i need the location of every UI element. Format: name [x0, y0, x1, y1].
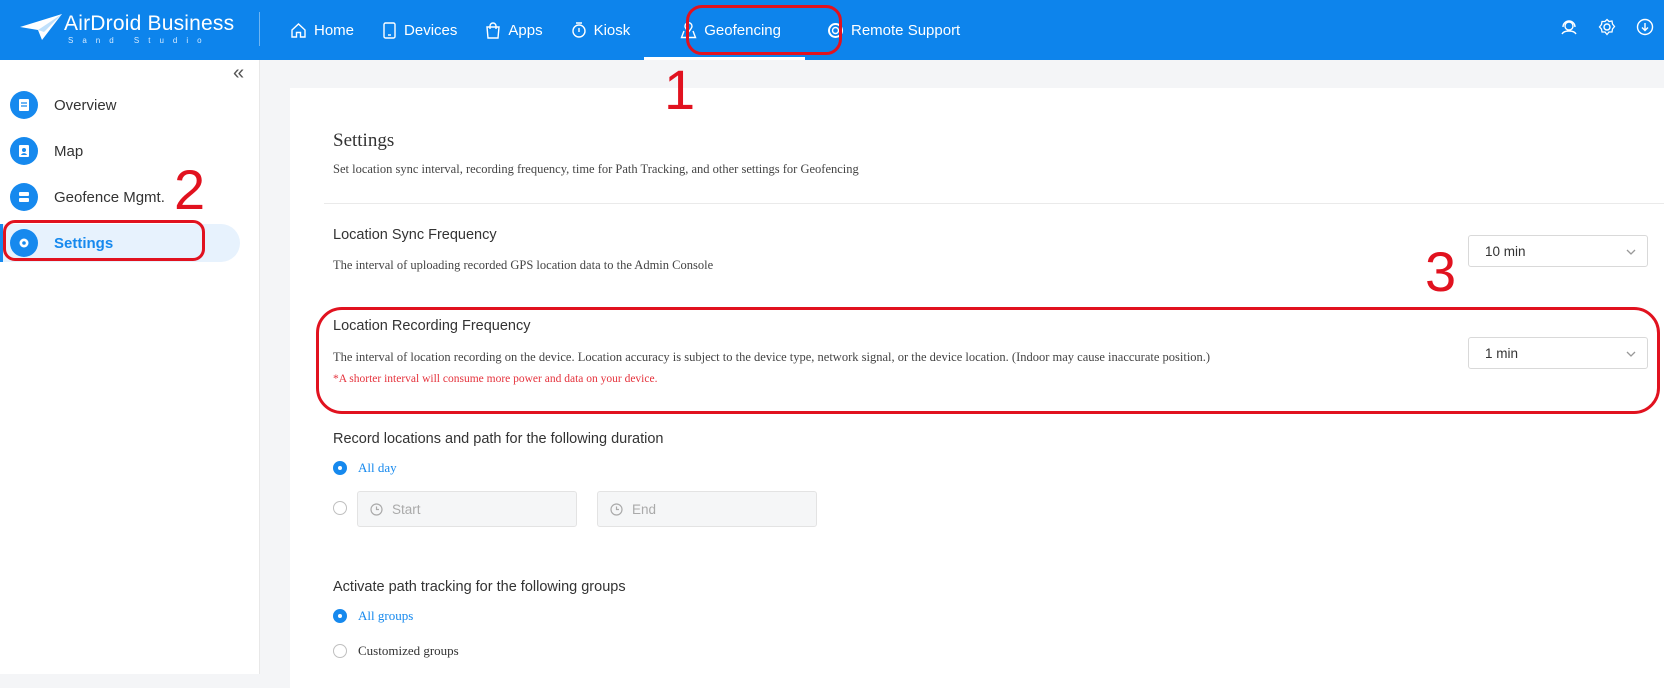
sidebar-item-label: Map [54, 142, 84, 160]
chevron-down-icon [1626, 249, 1636, 255]
map-icon [10, 137, 38, 165]
start-time-placeholder: Start [392, 501, 421, 517]
groups-option-all[interactable]: All groups [333, 608, 413, 624]
clock-icon [610, 502, 623, 516]
end-time-placeholder: End [632, 501, 657, 517]
recording-frequency-value: 1 min [1485, 346, 1519, 361]
recording-frequency-title: Location Recording Frequency [333, 318, 531, 334]
nav-devices[interactable]: Devices [368, 0, 471, 60]
divider [324, 203, 1664, 204]
sidebar-item-label: Geofence Mgmt. [54, 188, 165, 206]
nav-geofencing-label: Geofencing [704, 21, 781, 39]
start-time-input[interactable]: Start [357, 491, 577, 527]
top-right-icons [1550, 18, 1664, 36]
brand-name: AirDroid Business [64, 12, 235, 35]
geofence-icon [10, 183, 38, 211]
radio-button-selected[interactable] [333, 609, 347, 623]
groups-option-custom[interactable]: Customized groups [333, 643, 459, 659]
duration-option-all-day[interactable]: All day [333, 460, 397, 476]
duration-option-custom[interactable] [333, 501, 358, 515]
sidebar-item-label: Overview [54, 96, 117, 114]
chevron-down-icon [1626, 351, 1636, 357]
groups-all-label: All groups [358, 608, 414, 623]
nav-apps[interactable]: Apps [471, 0, 556, 60]
settings-panel: Settings Set location sync interval, rec… [290, 88, 1664, 688]
nav-devices-label: Devices [404, 21, 458, 39]
gear-icon [10, 229, 38, 257]
page-title: Settings [333, 130, 395, 151]
sync-frequency-value: 10 min [1485, 244, 1526, 259]
radio-button-selected[interactable] [333, 461, 347, 475]
support-agent-icon[interactable] [1550, 18, 1588, 36]
sync-frequency-title: Location Sync Frequency [333, 227, 497, 243]
gear-icon[interactable] [1588, 18, 1626, 36]
sidebar-item-geofence-mgmt[interactable]: Geofence Mgmt. [10, 178, 240, 216]
recording-frequency-description: The interval of location recording on th… [333, 350, 1211, 364]
nav-home-label: Home [314, 21, 355, 39]
divider [259, 12, 260, 46]
sidebar-item-map[interactable]: Map [10, 132, 240, 170]
nav-kiosk[interactable]: Kiosk [557, 0, 645, 60]
bag-icon [486, 21, 501, 39]
nav-kiosk-label: Kiosk [593, 21, 631, 39]
annotation-number-2: 2 [174, 158, 206, 221]
radio-button[interactable] [333, 501, 347, 515]
page-description: Set location sync interval, recording fr… [333, 162, 859, 176]
duration-title: Record locations and path for the follow… [333, 431, 664, 447]
radio-button[interactable] [333, 644, 347, 658]
sidebar-item-settings[interactable]: Settings [0, 224, 240, 262]
sidebar: « Overview Map Geofence Mgmt. Settings [0, 60, 260, 674]
map-pin-icon [680, 21, 697, 38]
nav-remote-support-label: Remote Support [851, 21, 961, 39]
kiosk-icon [571, 21, 586, 38]
overview-icon [10, 91, 38, 119]
nav-home[interactable]: Home [276, 0, 368, 60]
end-time-input[interactable]: End [597, 491, 817, 527]
nav-apps-label: Apps [508, 21, 543, 39]
nav-geofencing[interactable]: Geofencing [644, 0, 805, 60]
duration-all-day-label: All day [358, 460, 397, 475]
nav-remote-support[interactable]: Remote Support [805, 0, 974, 60]
groups-custom-label: Customized groups [358, 643, 459, 658]
double-chevron-left-icon[interactable]: « [233, 62, 244, 85]
brand-subtitle: Sand Studio [68, 36, 211, 45]
clock-icon [370, 502, 383, 516]
recording-frequency-warning: *A shorter interval will consume more po… [333, 373, 658, 385]
download-icon[interactable] [1626, 18, 1664, 36]
annotation-number-3: 3 [1425, 240, 1457, 303]
sync-frequency-select[interactable]: 10 min [1468, 235, 1648, 267]
sidebar-item-label: Settings [54, 234, 114, 252]
paper-plane-logo-icon [20, 14, 62, 40]
recording-frequency-select[interactable]: 1 min [1468, 337, 1648, 369]
home-icon [291, 22, 306, 38]
airdroid-logo[interactable]: AirDroid Business Sand Studio [20, 10, 240, 50]
top-navigation-bar: AirDroid Business Sand Studio Home Devic… [0, 0, 1664, 60]
lifebuoy-icon [828, 22, 843, 38]
annotation-number-1: 1 [664, 58, 696, 121]
sync-frequency-description: The interval of uploading recorded GPS l… [333, 258, 714, 272]
device-icon [383, 21, 396, 39]
sidebar-item-overview[interactable]: Overview [10, 86, 240, 124]
path-tracking-groups-title: Activate path tracking for the following… [333, 579, 626, 595]
main-nav: Home Devices Apps Kiosk Geofencing Remot… [276, 0, 974, 60]
